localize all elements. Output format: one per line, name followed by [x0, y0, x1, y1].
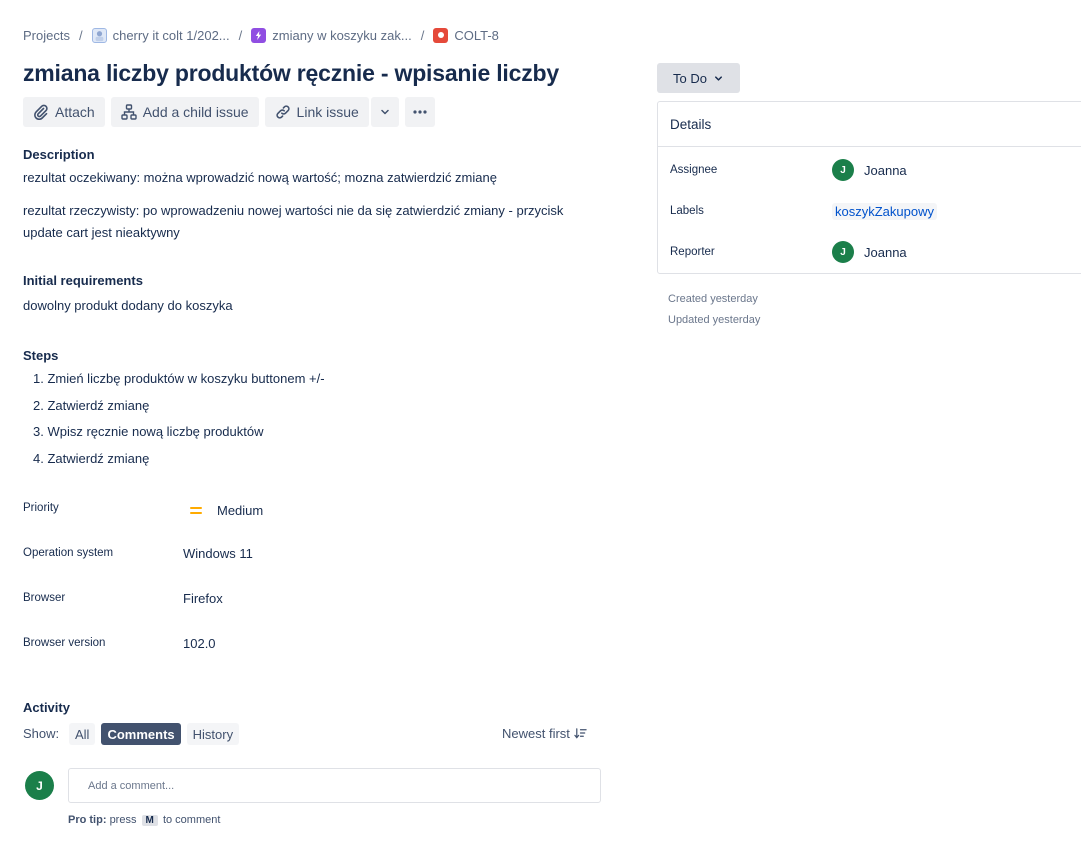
description-heading: Description — [23, 147, 95, 162]
attach-label: Attach — [55, 104, 95, 120]
reporter-label: Reporter — [670, 246, 715, 258]
breadcrumb-issue-key: COLT-8 — [454, 27, 499, 43]
activity-filters: All Comments History — [69, 723, 240, 745]
reporter-field[interactable]: J Joanna — [832, 241, 907, 263]
step-item[interactable]: 1. Zmień liczbę produktów w koszyku butt… — [33, 368, 325, 395]
assignee-field[interactable]: J Joanna — [832, 159, 907, 181]
more-actions-button[interactable] — [404, 97, 435, 127]
sort-label: Newest first — [502, 726, 570, 741]
sort-descending-icon — [574, 728, 587, 739]
browser-version-value[interactable]: 102.0 — [183, 636, 216, 651]
breadcrumb-separator: / — [78, 27, 83, 43]
browser-label: Browser — [23, 592, 66, 604]
details-heading[interactable]: Details — [658, 102, 1081, 147]
link-issue-split-button: Link issue — [264, 97, 399, 127]
reporter-name: Joanna — [864, 244, 907, 260]
details-panel: Details Assignee J Joanna Labels koszykZ… — [657, 101, 1081, 274]
created-timestamp: Created yesterday — [668, 293, 758, 305]
assignee-name: Joanna — [864, 162, 907, 178]
breadcrumb-epic-label: zmiany w koszyku zak... — [272, 27, 412, 43]
breadcrumb-projects[interactable]: Projects — [23, 28, 70, 43]
description-expected[interactable]: rezultat oczekiwany: można wprowadzić no… — [23, 167, 497, 189]
step-item[interactable]: 2. Zatwierdź zmianę — [33, 395, 325, 422]
assignee-label: Assignee — [670, 164, 718, 176]
priority-medium-icon — [190, 506, 202, 516]
show-label: Show: — [23, 726, 60, 741]
status-dropdown[interactable]: To Do — [657, 63, 740, 93]
link-issue-label: Link issue — [296, 104, 359, 120]
requirements-text[interactable]: dowolny produkt dodany do koszyka — [23, 295, 233, 317]
assignee-row: Assignee J Joanna — [670, 158, 1081, 182]
issue-title[interactable]: zmiana liczby produktów ręcznie - wpisan… — [23, 60, 559, 87]
comment-input[interactable]: Add a comment... — [68, 768, 601, 803]
browser-value[interactable]: Firefox — [183, 591, 223, 606]
add-child-issue-label: Add a child issue — [142, 104, 249, 120]
add-child-issue-button[interactable]: Add a child issue — [110, 97, 259, 127]
paperclip-icon — [34, 104, 48, 120]
priority-value: Medium — [217, 503, 264, 518]
hierarchy-icon — [121, 104, 137, 120]
pro-tip-rest: to comment — [162, 814, 221, 826]
breadcrumb-epic[interactable]: zmiany w koszyku zak... — [251, 27, 412, 43]
breadcrumb-issue[interactable]: COLT-8 — [433, 27, 499, 43]
reporter-avatar: J — [832, 241, 854, 263]
pro-tip: Pro tip: press M to comment — [68, 814, 220, 826]
label-chip[interactable]: koszykZakupowy — [832, 202, 937, 220]
step-item[interactable]: 4. Zatwierdź zmianę — [33, 448, 325, 475]
requirements-heading: Initial requirements — [23, 273, 143, 288]
pro-tip-bold: Pro tip: — [68, 814, 107, 826]
breadcrumb-separator: / — [238, 27, 243, 43]
project-avatar-icon — [91, 27, 107, 43]
attach-button[interactable]: Attach — [23, 97, 105, 127]
steps-heading: Steps — [23, 348, 59, 363]
chevron-down-icon — [714, 75, 722, 81]
breadcrumb-project-label: cherry it colt 1/202... — [112, 27, 230, 43]
issue-toolbar: Attach Add a child issue Link issue — [23, 97, 435, 127]
more-icon — [413, 110, 427, 114]
os-value[interactable]: Windows 11 — [183, 546, 253, 561]
priority-label: Priority — [23, 502, 59, 514]
filter-comments-button[interactable]: Comments — [101, 723, 181, 745]
breadcrumb: Projects / cherry it colt 1/202... / zmi… — [23, 26, 499, 44]
link-issue-dropdown-button[interactable] — [370, 97, 399, 127]
sort-button[interactable]: Newest first — [502, 726, 587, 741]
os-label: Operation system — [23, 547, 114, 559]
breadcrumb-separator: / — [420, 27, 425, 43]
link-icon — [275, 105, 290, 119]
browser-version-label: Browser version — [23, 637, 106, 649]
reporter-row: Reporter J Joanna — [670, 240, 1081, 264]
pro-tip-press: press — [109, 814, 137, 826]
labels-field: koszykZakupowy — [832, 202, 937, 220]
description-actual-line2[interactable]: update cart jest nieaktywny — [23, 222, 180, 244]
current-user-avatar: J — [25, 771, 54, 800]
activity-heading: Activity — [23, 700, 70, 715]
steps-list: 1. Zmień liczbę produktów w koszyku butt… — [33, 368, 325, 474]
breadcrumb-project[interactable]: cherry it colt 1/202... — [91, 27, 230, 43]
link-issue-button[interactable]: Link issue — [264, 97, 369, 127]
updated-timestamp: Updated yesterday — [668, 314, 761, 326]
assignee-avatar: J — [832, 159, 854, 181]
chevron-down-icon — [381, 109, 389, 115]
step-item[interactable]: 3. Wpisz ręcznie nową liczbę produktów — [33, 421, 325, 448]
description-actual-line1[interactable]: rezultat rzeczywisty: po wprowadzeniu no… — [23, 200, 563, 222]
bug-icon — [433, 27, 449, 43]
filter-all-button[interactable]: All — [69, 723, 96, 745]
status-label: To Do — [673, 70, 707, 86]
labels-row: Labels koszykZakupowy — [670, 199, 1081, 223]
pro-tip-key: M — [141, 815, 158, 826]
labels-label: Labels — [670, 205, 704, 217]
priority-field[interactable]: Medium — [190, 503, 263, 518]
epic-icon — [251, 27, 267, 43]
filter-history-button[interactable]: History — [186, 723, 240, 745]
